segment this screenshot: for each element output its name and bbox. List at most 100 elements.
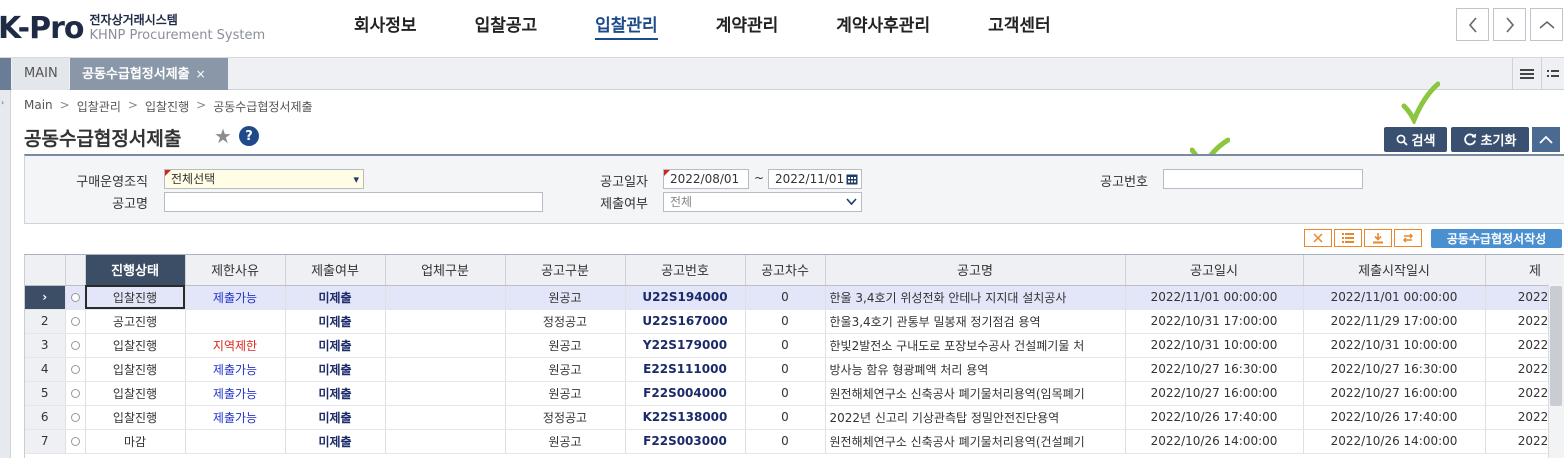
cell-submit[interactable]: 미제출 xyxy=(285,309,386,334)
cell-notice-name[interactable]: 한울3,4호기 관통부 밀봉재 정기점검 용역 xyxy=(825,309,1126,334)
cell-notice-no[interactable]: U22S167000 xyxy=(625,309,746,334)
cell-start-dt[interactable]: 2022/10/27 16:30:00 xyxy=(1303,357,1486,382)
download-icon[interactable] xyxy=(1364,229,1392,247)
search-button[interactable]: 검색 xyxy=(1384,127,1447,152)
chevron-up-icon[interactable] xyxy=(1530,8,1563,41)
table-row[interactable]: 7 마감 미제출 원공고 F22S003000 0 원전해체연구소 신축공사 폐… xyxy=(25,429,1564,454)
cell-round[interactable]: 0 xyxy=(745,333,826,358)
cell-notice-type[interactable]: 원공고 xyxy=(505,333,626,358)
cell-notice-dt[interactable]: 2022/10/26 14:00:00 xyxy=(1125,429,1304,454)
cell-notice-name[interactable]: 원전해체연구소 신축공사 폐기물처리용역(건설폐기 xyxy=(825,429,1126,454)
col-header-more[interactable]: 제 xyxy=(1485,255,1564,286)
row-radio[interactable] xyxy=(65,285,86,310)
row-radio[interactable] xyxy=(65,309,86,334)
notice-no-input[interactable] xyxy=(1163,169,1363,189)
cell-notice-no[interactable]: F22S003000 xyxy=(625,429,746,454)
cell-status[interactable]: 공고진행 xyxy=(85,309,186,334)
nav-post-contract[interactable]: 계약사후관리 xyxy=(807,0,959,58)
cell-submit[interactable]: 미제출 xyxy=(285,381,386,406)
cell-notice-no[interactable]: K22S138000 xyxy=(625,405,746,430)
cell-notice-name[interactable]: 한울 3,4호기 위성전화 안테나 지지대 설치공사 xyxy=(825,285,1126,310)
cell-status[interactable]: 입찰진행 xyxy=(85,285,186,310)
cell-start-dt[interactable]: 2022/10/26 17:40:00 xyxy=(1303,405,1486,430)
kpro-logo[interactable]: K-Pro 전자상거래시스템 KHNP Procurement System xyxy=(0,8,265,48)
cell-reason[interactable] xyxy=(185,429,286,454)
cell-vendor[interactable] xyxy=(385,285,506,310)
cell-notice-name[interactable]: 원전해체연구소 신축공사 폐기물처리용역(임목폐기 xyxy=(825,381,1126,406)
swap-icon[interactable] xyxy=(1394,229,1422,247)
cell-status[interactable]: 입찰진행 xyxy=(85,357,186,382)
cell-submit[interactable]: 미제출 xyxy=(285,285,386,310)
cell-status[interactable]: 마감 xyxy=(85,429,186,454)
row-radio[interactable] xyxy=(65,429,86,454)
col-header-notice-no[interactable]: 공고번호 xyxy=(625,255,746,286)
close-icon[interactable]: × xyxy=(196,67,206,81)
nav-contract-management[interactable]: 계약관리 xyxy=(687,0,808,58)
cell-vendor[interactable] xyxy=(385,333,506,358)
nav-company-info[interactable]: 회사정보 xyxy=(325,0,446,58)
cell-notice-no[interactable]: E22S111000 xyxy=(625,357,746,382)
cell-vendor[interactable] xyxy=(385,381,506,406)
row-radio[interactable] xyxy=(65,381,86,406)
cell-notice-name[interactable]: 방사능 함유 형광폐액 처리 용역 xyxy=(825,357,1126,382)
cell-submit[interactable]: 미제출 xyxy=(285,405,386,430)
cell-reason[interactable]: 제출가능 xyxy=(185,357,286,382)
cell-notice-no[interactable]: F22S004000 xyxy=(625,381,746,406)
cell-status[interactable]: 입찰진행 xyxy=(85,333,186,358)
cell-notice-name[interactable]: 2022년 신고리 기상관측탑 정밀안전진단용역 xyxy=(825,405,1126,430)
table-row[interactable]: 3 입찰진행 지역제한 미제출 원공고 Y22S179000 0 한빛2발전소 … xyxy=(25,333,1564,358)
cell-notice-type[interactable]: 정정공고 xyxy=(505,309,626,334)
cell-reason[interactable]: 제출가능 xyxy=(185,405,286,430)
breadcrumb-bid-progress[interactable]: 입찰진행 xyxy=(145,98,189,115)
cell-vendor[interactable] xyxy=(385,405,506,430)
nav-bid-management[interactable]: 입찰관리 xyxy=(566,0,687,58)
table-row[interactable]: 2 공고진행 미제출 정정공고 U22S167000 0 한울3,4호기 관통부… xyxy=(25,309,1564,334)
submit-status-select[interactable]: 전체 xyxy=(663,192,862,212)
cell-round[interactable]: 0 xyxy=(745,285,826,310)
breadcrumb-main[interactable]: Main xyxy=(24,98,53,115)
cell-notice-dt[interactable]: 2022/10/31 17:00:00 xyxy=(1125,309,1304,334)
date-from-input[interactable]: 2022/08/01 xyxy=(663,169,749,189)
list-icon[interactable] xyxy=(1334,229,1362,247)
cell-notice-type[interactable]: 정정공고 xyxy=(505,405,626,430)
cell-reason[interactable]: 지역제한 xyxy=(185,333,286,358)
cell-submit[interactable]: 미제출 xyxy=(285,357,386,382)
col-header-notice-name[interactable]: 공고명 xyxy=(825,255,1126,286)
nav-bid-notice[interactable]: 입찰공고 xyxy=(446,0,567,58)
table-row[interactable]: 6 입찰진행 제출가능 미제출 정정공고 K22S138000 0 2022년 … xyxy=(25,405,1564,430)
table-row[interactable]: › 입찰진행 제출가능 미제출 원공고 U22S194000 0 한울 3,4호… xyxy=(25,285,1564,310)
cell-reason[interactable]: 제출가능 xyxy=(185,381,286,406)
tab-list-icon[interactable] xyxy=(1541,58,1564,90)
reset-button[interactable]: 초기화 xyxy=(1451,127,1529,152)
cell-notice-dt[interactable]: 2022/10/31 10:00:00 xyxy=(1125,333,1304,358)
cell-start-dt[interactable]: 2022/10/31 10:00:00 xyxy=(1303,333,1486,358)
cell-notice-dt[interactable]: 2022/10/27 16:00:00 xyxy=(1125,381,1304,406)
col-header-status[interactable]: 진행상태 xyxy=(85,255,186,286)
col-header-reason[interactable]: 제한사유 xyxy=(185,255,286,286)
table-row[interactable]: 5 입찰진행 제출가능 미제출 원공고 F22S004000 0 원전해체연구소… xyxy=(25,381,1564,406)
calendar-icon[interactable] xyxy=(846,172,858,190)
column-fix-icon[interactable] xyxy=(1304,229,1332,247)
cell-submit[interactable]: 미제출 xyxy=(285,333,386,358)
cell-start-dt[interactable]: 2022/11/29 17:00:00 xyxy=(1303,309,1486,334)
cell-vendor[interactable] xyxy=(385,309,506,334)
col-header-notice-type[interactable]: 공고구분 xyxy=(505,255,626,286)
left-rail[interactable]: › xyxy=(0,90,11,458)
cell-notice-dt[interactable]: 2022/10/26 17:40:00 xyxy=(1125,405,1304,430)
write-agreement-button[interactable]: 공동수급협정서작성 xyxy=(1431,229,1562,248)
cell-notice-name[interactable]: 한빛2발전소 구내도로 포장보수공사 건설폐기물 처 xyxy=(825,333,1126,358)
tab-main[interactable]: MAIN xyxy=(12,58,69,90)
chevron-right-icon[interactable] xyxy=(1493,8,1526,41)
col-header-notice-dt[interactable]: 공고일시 xyxy=(1125,255,1304,286)
cell-vendor[interactable] xyxy=(385,357,506,382)
grid-scroll-thumb[interactable] xyxy=(1550,286,1562,406)
table-row[interactable]: 4 입찰진행 제출가능 미제출 원공고 E22S111000 0 방사능 함유 … xyxy=(25,357,1564,382)
cell-vendor[interactable] xyxy=(385,429,506,454)
col-header-vendor[interactable]: 업체구분 xyxy=(385,255,506,286)
col-header-submit[interactable]: 제출여부 xyxy=(285,255,386,286)
menu-icon[interactable] xyxy=(1512,58,1540,90)
date-to-input[interactable]: 2022/11/01 xyxy=(768,169,862,189)
tab-joint-agreement[interactable]: 공동수급협정서제출 × xyxy=(70,58,228,90)
cell-round[interactable]: 0 xyxy=(745,429,826,454)
cell-notice-type[interactable]: 원공고 xyxy=(505,285,626,310)
